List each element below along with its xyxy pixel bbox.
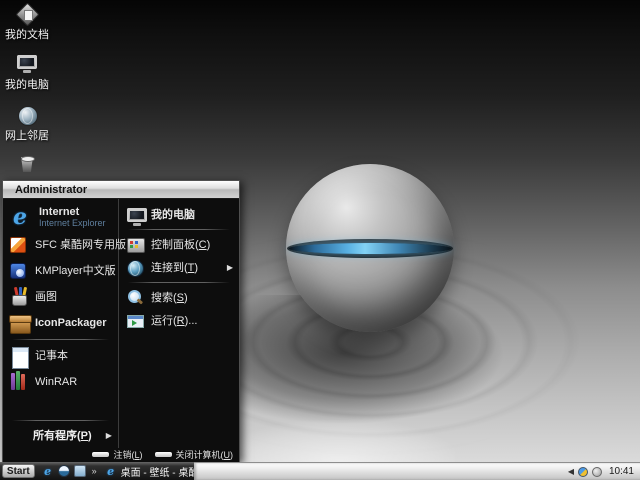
menu-item-connect-to[interactable]: 连接到(T) ▶ <box>119 256 239 279</box>
sphere-blue-band <box>289 243 451 254</box>
iconpackager-icon <box>8 313 32 334</box>
quick-launch-internet-explorer-icon[interactable] <box>42 465 54 477</box>
network-places-icon <box>15 103 39 127</box>
start-menu-body: Internet Internet Explorer SFC 桌酷网专用版 KM… <box>3 199 239 448</box>
quick-launch-ball-icon[interactable] <box>57 465 70 477</box>
menu-item-search[interactable]: 搜索(S) <box>119 286 239 309</box>
my-documents-icon <box>15 2 39 26</box>
tray-clock[interactable]: 10:41 <box>609 466 634 477</box>
menu-item-control-panel[interactable]: 控制面板(C) <box>119 233 239 256</box>
menu-item-my-computer[interactable]: 我的电脑 <box>119 203 239 226</box>
divider <box>12 420 109 421</box>
menu-item-iconpackager[interactable]: IconPackager <box>3 310 118 336</box>
taskbar-light-section: ◀ 10:41 <box>194 462 640 480</box>
task-button-title: 桌面 - 壁纸 - 桌酷... <box>120 467 194 479</box>
logoff-icon <box>92 451 110 457</box>
run-icon <box>125 311 145 331</box>
status-tray-icon[interactable] <box>591 466 602 477</box>
recycle-bin-icon <box>15 152 39 176</box>
menu-item-kmplayer[interactable]: KMPlayer中文版 <box>3 258 118 284</box>
start-menu: Administrator Internet Internet Explorer… <box>2 180 240 462</box>
desktop: 我的文档 我的电脑 网上邻居 Administrator Internet In… <box>0 0 640 480</box>
internet-explorer-icon <box>8 205 32 229</box>
messenger-tray-icon[interactable] <box>577 466 588 477</box>
log-off-button[interactable]: 注销(L) <box>92 448 143 461</box>
menu-item-winrar[interactable]: WinRAR <box>3 369 118 395</box>
notepad-icon <box>8 346 29 369</box>
tray-collapse-chevron[interactable]: ◀ <box>568 467 574 476</box>
system-tray: ◀ 10:41 <box>568 466 640 477</box>
quick-launch-overflow-chevron[interactable]: » <box>92 466 97 476</box>
desktop-icon-my-computer[interactable]: 我的电脑 <box>0 52 59 91</box>
divider <box>128 229 230 230</box>
desktop-icon-label: 我的电脑 <box>5 79 49 91</box>
desktop-icon-my-documents[interactable]: 我的文档 <box>0 2 59 41</box>
divider <box>12 339 109 340</box>
shut-down-button[interactable]: 关闭计算机(U) <box>154 448 233 461</box>
paint-icon <box>8 286 28 307</box>
divider <box>128 282 230 283</box>
internet-explorer-icon <box>105 465 117 477</box>
start-menu-footer: 注销(L) 关闭计算机(U) <box>3 448 239 462</box>
menu-item-notepad[interactable]: 记事本 <box>3 343 118 369</box>
menu-item-internet[interactable]: Internet Internet Explorer <box>3 202 118 232</box>
kmplayer-icon <box>8 261 28 281</box>
desktop-icon-recycle-bin[interactable] <box>0 152 59 179</box>
start-menu-left-column: Internet Internet Explorer SFC 桌酷网专用版 KM… <box>3 199 126 448</box>
quick-launch-bar: » <box>42 465 97 477</box>
desktop-icon-label: 我的文档 <box>5 29 49 41</box>
desktop-icon-network-places[interactable]: 网上邻居 <box>0 103 59 142</box>
all-programs-button[interactable]: 所有程序(P) ▶ <box>3 424 118 448</box>
search-icon <box>125 288 145 308</box>
winrar-icon <box>8 371 28 392</box>
my-computer-icon <box>125 205 147 226</box>
taskbar-dark-section: Start » 桌面 - 壁纸 - 桌酷... <box>0 462 194 480</box>
submenu-arrow-icon: ▶ <box>226 263 233 272</box>
taskbar: Start » 桌面 - 壁纸 - 桌酷... ◀ 10:41 <box>0 462 640 480</box>
start-menu-right-column: 我的电脑 控制面板(C) 连接到(T) ▶ 搜索(S) 运行(R)... <box>119 199 239 448</box>
taskbar-task-button[interactable]: 桌面 - 壁纸 - 桌酷... <box>105 464 194 479</box>
sfc-zhuoku-icon <box>8 235 28 255</box>
quick-launch-window-icon[interactable] <box>73 465 86 477</box>
my-computer-icon <box>15 52 39 76</box>
start-button[interactable]: Start <box>2 464 35 478</box>
shutdown-icon <box>154 451 172 457</box>
menu-item-run[interactable]: 运行(R)... <box>119 309 239 332</box>
menu-item-sfc-zhuoku[interactable]: SFC 桌酷网专用版 <box>3 232 126 258</box>
menu-item-paint[interactable]: 画图 <box>3 284 118 310</box>
control-panel-icon <box>125 235 145 255</box>
connect-to-icon <box>125 258 145 278</box>
username: Administrator <box>15 183 88 196</box>
start-menu-header: Administrator <box>3 181 239 199</box>
right-arrow-icon: ▶ <box>105 430 112 440</box>
desktop-icon-label: 网上邻居 <box>5 130 49 142</box>
